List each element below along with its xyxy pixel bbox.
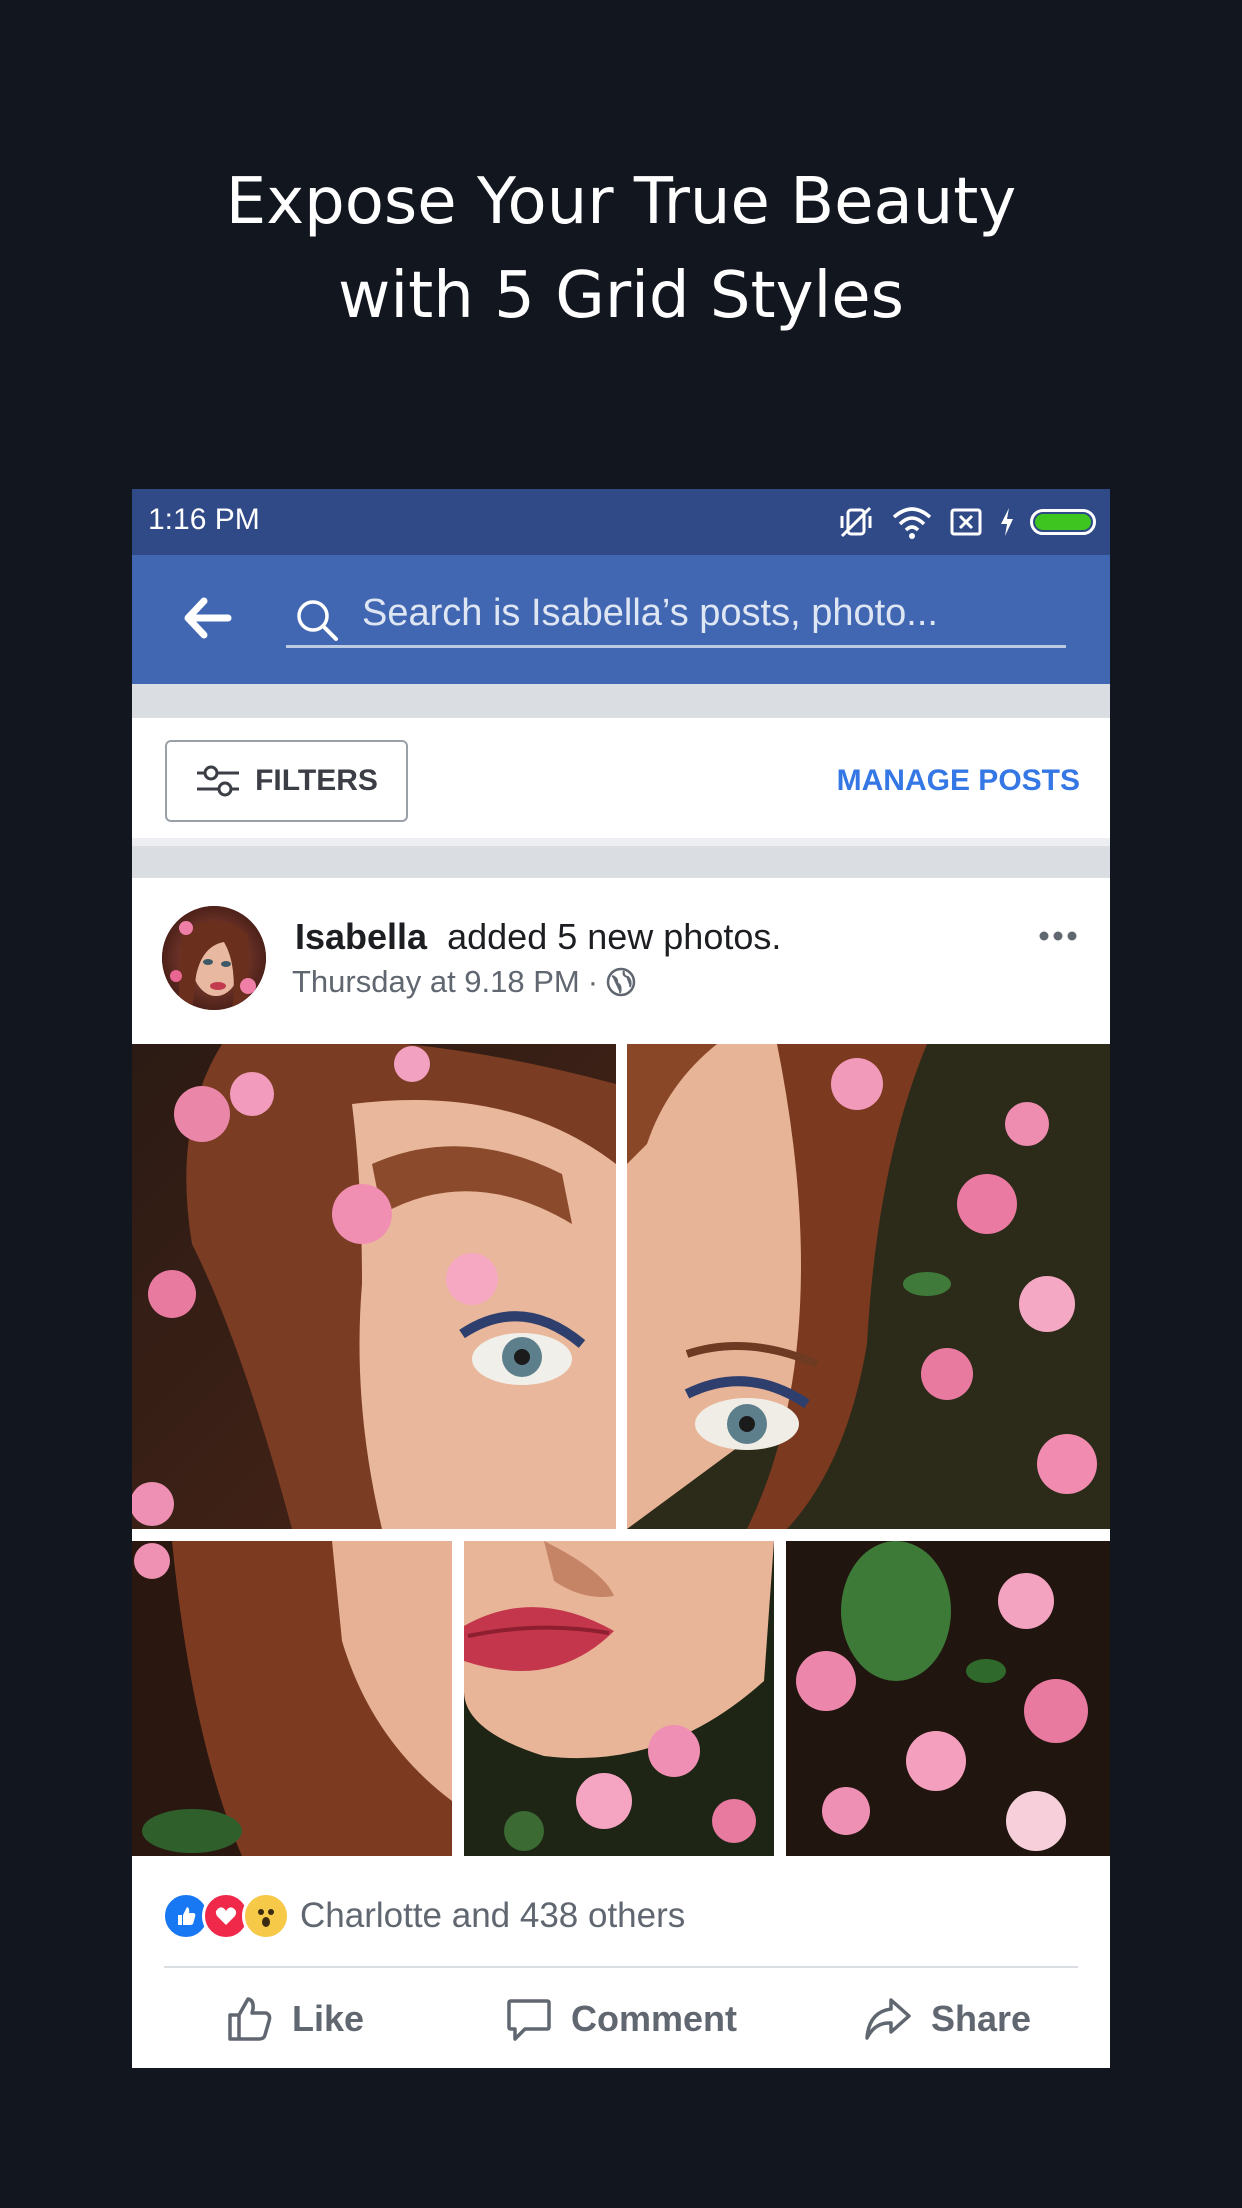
comment-bubble-icon xyxy=(507,1998,551,2041)
promo-line-2: with 5 Grid Styles xyxy=(338,259,904,333)
post-header: Isabella added 5 new photos. Thursday at… xyxy=(132,878,1110,1038)
grid-photo-1[interactable] xyxy=(132,1044,616,1529)
wifi-icon xyxy=(892,507,932,539)
filters-label: FILTERS xyxy=(255,764,378,797)
search-header xyxy=(132,555,1110,684)
sliders-icon xyxy=(197,765,240,797)
vibrate-off-icon xyxy=(840,506,872,538)
promo-line-1: Expose Your True Beauty xyxy=(225,165,1017,239)
grid-photo-2[interactable] xyxy=(627,1044,1110,1529)
section-divider xyxy=(132,846,1110,878)
phone-screen: 1:16 PM Search is Isabella’s posts, phot… xyxy=(132,489,1110,2068)
post-timestamp[interactable]: Thursday at 9.18 PM xyxy=(292,964,580,1000)
like-label: Like xyxy=(291,1997,365,2039)
section-divider-line xyxy=(132,838,1110,846)
like-button[interactable]: Like xyxy=(132,1969,458,2068)
manage-posts-link[interactable]: MANAGE POSTS xyxy=(837,764,1080,798)
post-action-text: added 5 new photos. xyxy=(447,916,782,957)
no-sim-icon xyxy=(950,508,982,536)
post-author[interactable]: Isabella xyxy=(295,916,427,957)
search-icon xyxy=(297,600,338,641)
reaction-icons xyxy=(162,1892,290,1940)
status-icons xyxy=(836,501,1096,543)
avatar-portrait xyxy=(162,906,266,1010)
grid-photo-4[interactable] xyxy=(464,1541,774,1856)
status-bar: 1:16 PM xyxy=(132,489,1110,555)
wow-reaction-icon xyxy=(242,1892,290,1940)
grid-photo-5[interactable] xyxy=(786,1541,1110,1856)
filters-button[interactable]: FILTERS xyxy=(165,740,408,822)
search-field[interactable] xyxy=(286,583,1066,648)
grid-photo-3[interactable] xyxy=(132,1541,452,1856)
reactions-divider xyxy=(164,1966,1078,1968)
share-label: Share xyxy=(930,1997,1032,2039)
back-arrow-icon[interactable] xyxy=(182,597,232,639)
meta-separator: · xyxy=(587,964,599,999)
thumbs-up-icon xyxy=(228,1996,272,2041)
status-time: 1:16 PM xyxy=(148,503,260,536)
promo-headline: Expose Your True Beauty with 5 Grid Styl… xyxy=(0,155,1242,343)
globe-icon xyxy=(606,967,636,997)
battery-icon xyxy=(1030,509,1096,535)
filters-row: FILTERS MANAGE POSTS xyxy=(132,718,1110,838)
more-options-icon[interactable] xyxy=(1038,930,1078,942)
section-divider xyxy=(132,684,1110,718)
search-input[interactable] xyxy=(360,589,1054,637)
share-button[interactable]: Share xyxy=(784,1969,1110,2068)
comment-label: Comment xyxy=(570,1997,737,2039)
charging-bolt-icon xyxy=(1001,508,1013,536)
comment-button[interactable]: Comment xyxy=(458,1969,784,2068)
photo-grid xyxy=(132,1044,1110,1856)
reactions-row[interactable]: Charlotte and 438 others xyxy=(132,1856,1110,1956)
avatar[interactable] xyxy=(162,906,266,1010)
reaction-summary[interactable]: Charlotte and 438 others xyxy=(300,1896,685,1936)
post-title: Isabella added 5 new photos. xyxy=(295,916,781,958)
post-actions: Like Comment Share xyxy=(132,1969,1110,2068)
share-arrow-icon xyxy=(865,1997,911,2040)
post-meta: Thursday at 9.18 PM · xyxy=(292,964,636,1000)
